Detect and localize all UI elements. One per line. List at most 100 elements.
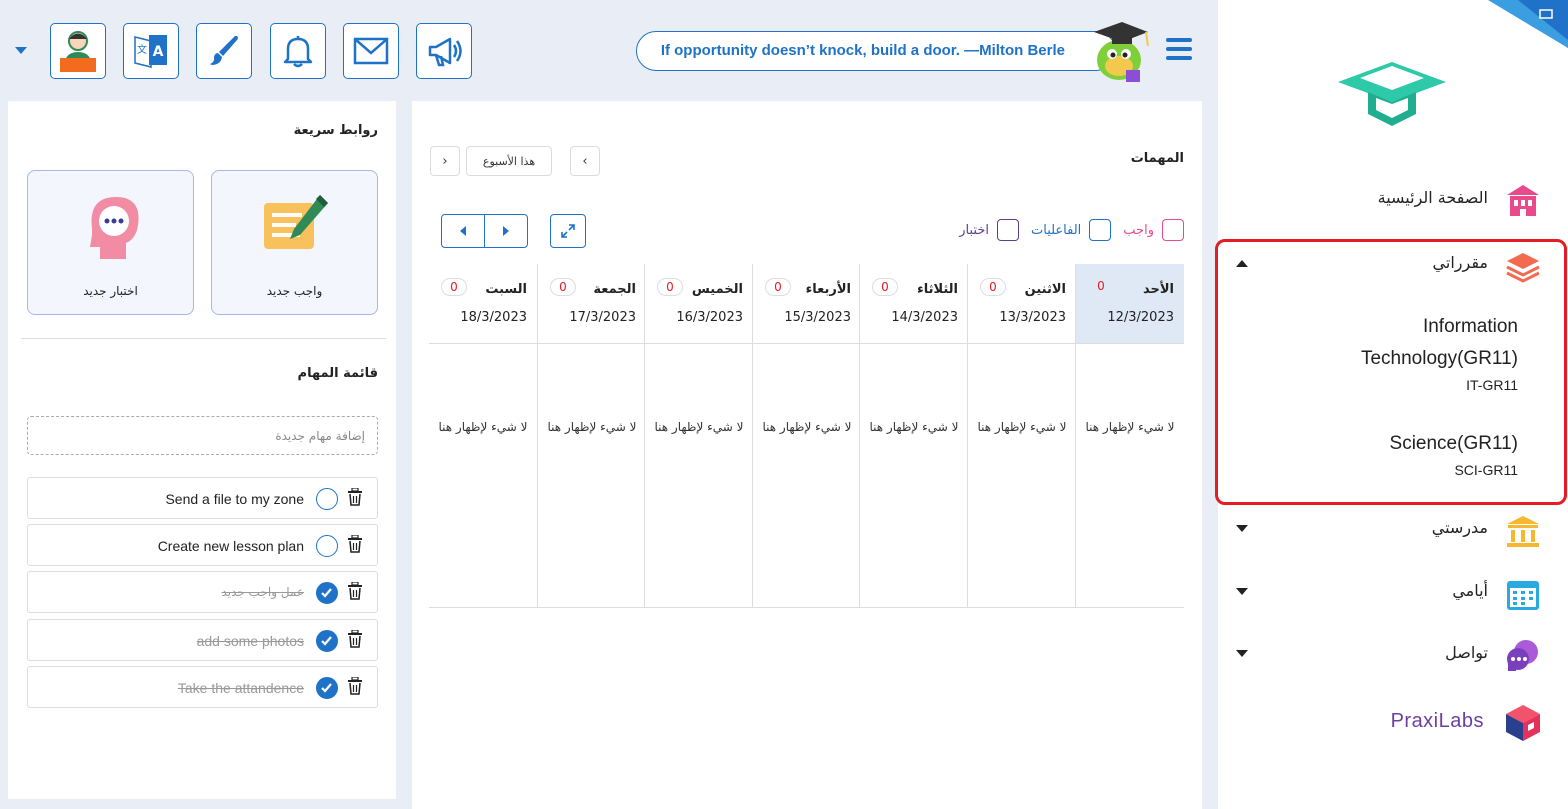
day-name: الثلاثاء: [917, 282, 958, 297]
praxilabs-link[interactable]: PraxiLabs: [1391, 710, 1484, 733]
day-name: الأربعاء: [805, 282, 851, 297]
exam-checkbox[interactable]: [997, 219, 1019, 241]
day-date: 18/3/2023: [460, 310, 527, 325]
svg-text:A: A: [153, 44, 164, 60]
announcements-button[interactable]: [416, 23, 472, 79]
messages-button[interactable]: [343, 23, 399, 79]
institution-icon: [1507, 516, 1539, 547]
todo-checkbox[interactable]: [316, 488, 338, 510]
caret-right-icon: [503, 226, 509, 236]
praxilabs-cube-icon: [1506, 705, 1540, 741]
expand-caret-icon[interactable]: [1236, 525, 1248, 532]
course-code: IT-GR11: [1466, 377, 1518, 393]
day-task-count: 0: [872, 278, 898, 296]
legend-homework[interactable]: واجب: [1123, 219, 1184, 241]
legend-activities[interactable]: الفاعليات: [1031, 219, 1112, 241]
expand-button[interactable]: [550, 214, 586, 248]
day-column-monday[interactable]: الاثنين 0 13/3/2023 لا شيء لإظهار هنا: [967, 264, 1076, 608]
todo-item-text: Send a file to my zone: [165, 491, 304, 507]
expand-arrows-icon: [561, 224, 575, 238]
todo-checkbox[interactable]: [316, 535, 338, 557]
card-label: اختبار جديد: [83, 284, 138, 298]
brush-icon: [210, 36, 238, 65]
day-column-sunday[interactable]: الأحد 0 12/3/2023 لا شيء لإظهار هنا: [1075, 264, 1184, 608]
profile-button[interactable]: [50, 23, 106, 79]
todo-item-text: Create new lesson plan: [157, 538, 304, 554]
scroll-left-button[interactable]: [442, 215, 485, 247]
course-name: Science(GR11): [1389, 433, 1518, 454]
svg-text:文: 文: [137, 43, 147, 56]
card-label: واجب جديد: [266, 284, 323, 298]
school-logo-icon: [1338, 62, 1446, 126]
sidebar-item-label: مقرراتي: [1432, 253, 1488, 272]
menu-toggle-icon[interactable]: [1166, 38, 1192, 60]
theme-button[interactable]: [196, 23, 252, 79]
next-week-button[interactable]: ›: [430, 146, 460, 176]
previous-week-button[interactable]: ‹: [570, 146, 600, 176]
sidebar-item-label: تواصل: [1445, 643, 1488, 662]
day-column-wednesday[interactable]: الأربعاء 0 15/3/2023 لا شيء لإظهار هنا: [752, 264, 861, 608]
day-name: السبت: [485, 282, 527, 297]
trash-icon[interactable]: [347, 535, 363, 553]
trash-icon[interactable]: [347, 488, 363, 506]
task-type-legend: واجب الفاعليات اختبار: [947, 217, 1184, 243]
legend-label: اختبار: [959, 222, 989, 238]
tasks-title: المهمات: [1130, 151, 1184, 166]
expand-caret-icon[interactable]: [1236, 650, 1248, 657]
day-date: 16/3/2023: [676, 310, 743, 325]
scroll-right-button[interactable]: [485, 215, 527, 247]
dragon-mascot-icon: [1094, 22, 1149, 82]
collapse-caret-icon[interactable]: [1236, 260, 1248, 267]
day-column-saturday[interactable]: السبت 0 18/3/2023 لا شيء لإظهار هنا: [429, 264, 537, 608]
sidebar-item-school[interactable]: مدرستي: [1218, 508, 1568, 552]
new-exam-card[interactable]: اختبار جديد: [27, 170, 194, 315]
expand-caret-icon[interactable]: [1236, 588, 1248, 595]
homework-checkbox[interactable]: [1162, 219, 1184, 241]
day-task-count: 0: [441, 278, 467, 296]
sidebar-item-communication[interactable]: تواصل: [1218, 633, 1568, 677]
trash-icon[interactable]: [347, 677, 363, 695]
day-column-thursday[interactable]: الخميس 0 16/3/2023 لا شيء لإظهار هنا: [644, 264, 753, 608]
day-column-tuesday[interactable]: الثلاثاء 0 14/3/2023 لا شيء لإظهار هنا: [859, 264, 968, 608]
homework-pen-icon: [264, 195, 328, 249]
sidebar-item-home[interactable]: الصفحة الرئيسية: [1218, 178, 1568, 222]
empty-state-text: لا شيء لإظهار هنا: [869, 420, 959, 434]
empty-state-text: لا شيء لإظهار هنا: [547, 420, 637, 434]
caret-left-icon: [460, 226, 466, 236]
day-header: الخميس 0 16/3/2023: [645, 264, 753, 344]
day-date: 12/3/2023: [1107, 310, 1174, 325]
todo-item: add some photos: [27, 619, 378, 661]
quick-links-title: روابط سريعة: [293, 123, 378, 138]
profile-dropdown-caret-icon[interactable]: [15, 47, 27, 54]
week-selector[interactable]: هذا الأسبوع: [466, 146, 552, 176]
day-name: الخميس: [691, 282, 743, 297]
language-button[interactable]: A 文: [123, 23, 179, 79]
corner-flag-icon: [1488, 0, 1568, 48]
todo-checkbox[interactable]: [316, 582, 338, 604]
calendar-icon: [1507, 581, 1539, 610]
trash-icon[interactable]: [347, 630, 363, 648]
empty-state-text: لا شيء لإظهار هنا: [977, 420, 1067, 434]
trash-icon[interactable]: [347, 582, 363, 600]
course-link-science[interactable]: Science(GR11) SCI-GR11: [1390, 428, 1518, 478]
sidebar-item-days[interactable]: أيامي: [1218, 571, 1568, 615]
todo-item: Take the attandence: [27, 666, 378, 708]
chat-bubbles-icon: [1507, 640, 1538, 671]
day-date: 13/3/2023: [999, 310, 1066, 325]
quick-links-panel: روابط سريعة واجب جديد اختبار جديد قائمة …: [8, 101, 396, 799]
day-date: 17/3/2023: [569, 310, 636, 325]
add-task-input[interactable]: إضافة مهام جديدة: [27, 416, 378, 455]
activities-checkbox[interactable]: [1089, 219, 1112, 241]
notifications-button[interactable]: [270, 23, 326, 79]
todo-item-text: add some photos: [196, 633, 304, 649]
new-homework-card[interactable]: واجب جديد: [211, 170, 378, 315]
day-header: الجمعة 0 17/3/2023: [538, 264, 646, 344]
empty-state-text: لا شيء لإظهار هنا: [762, 420, 852, 434]
checkmark-icon: [321, 588, 332, 598]
day-column-friday[interactable]: الجمعة 0 17/3/2023 لا شيء لإظهار هنا: [537, 264, 646, 608]
course-link-it[interactable]: Information Technology(GR11) IT-GR11: [1361, 311, 1518, 393]
todo-checkbox[interactable]: [316, 630, 338, 652]
legend-exam[interactable]: اختبار: [959, 219, 1019, 241]
todo-checkbox[interactable]: [316, 677, 338, 699]
sidebar-item-courses[interactable]: مقرراتي: [1218, 243, 1568, 287]
